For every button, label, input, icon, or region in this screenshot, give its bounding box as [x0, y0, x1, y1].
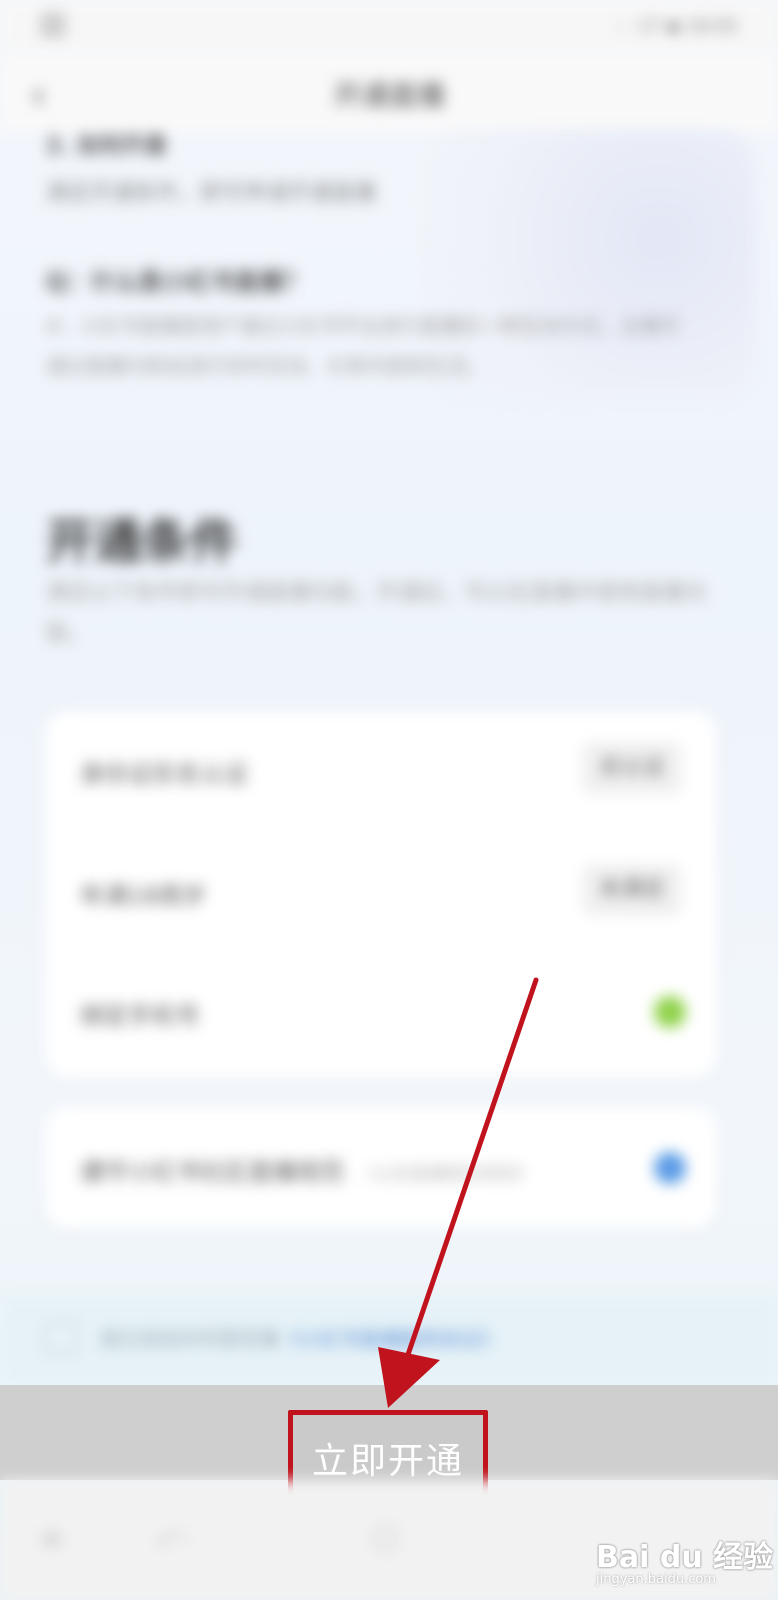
- rules-label: 遵守小红书社区直播规范: [80, 1158, 344, 1186]
- faq-question: Q：什么是小红书直播？: [46, 268, 307, 296]
- agreement-text: 我已阅读并同意签署《小红书直播服务协议》: [100, 1323, 500, 1352]
- condition-label: 身份证实名认证: [80, 760, 248, 788]
- agreement-checkbox[interactable]: [44, 1321, 78, 1355]
- page-header: ‹ 开通直播: [0, 52, 778, 132]
- page-title: 开通直播: [332, 79, 445, 112]
- condition-label: 年满18周岁: [80, 882, 207, 910]
- check-icon: [654, 996, 686, 1028]
- home-nav-icon[interactable]: ▢: [372, 1520, 398, 1553]
- faq-item-text: 满足开通条件，即可申请开通直播: [46, 181, 377, 206]
- agreement-label: 我已阅读并同意签署: [100, 1327, 280, 1351]
- faq-answer: A：小红书直播是用户通过小红书平台进行直播的一种互动方式，主播可通过直播与粉丝进…: [46, 314, 680, 378]
- watermark-logo: Bai du 经验: [596, 1540, 774, 1575]
- faq-item-title: 2. 如何开通: [46, 134, 166, 159]
- conditions-card: 身份证实名认证 去认证 年满18周岁 未满足 绑定手机号: [46, 712, 716, 1077]
- menu-icon[interactable]: ≡: [40, 1522, 63, 1555]
- screen: ⋯ 17 ◆ 19:55 ‹ 开通直播 2. 如何开通 满足开通条件，即可申请开…: [0, 0, 778, 1600]
- age-status-button[interactable]: 未满足: [582, 864, 682, 916]
- verify-id-button[interactable]: 去认证: [582, 742, 682, 794]
- watermark-url: jingyan.baidu.com: [596, 1572, 716, 1587]
- status-bar: ⋯ 17 ◆ 19:55: [0, 0, 778, 52]
- condition-label: 绑定手机号: [80, 1002, 200, 1030]
- conditions-title: 开通条件: [46, 514, 239, 570]
- agreement-link[interactable]: 《小红书直播服务协议》: [280, 1327, 500, 1351]
- info-icon: [654, 1152, 686, 1184]
- rules-sublabel: （以及直播相关规则）: [356, 1164, 536, 1185]
- conditions-description: 满足以下条件即可开通直播功能，开通后，可以在直播中使用直播功能。: [46, 581, 707, 646]
- status-indicators: ⋯ 17 ◆ 19:55: [614, 16, 738, 37]
- app-icon: [40, 12, 66, 38]
- back-nav-icon[interactable]: ⤺: [156, 1520, 186, 1554]
- rules-card[interactable]: 遵守小红书社区直播规范 （以及直播相关规则）: [46, 1108, 716, 1228]
- open-now-label: 立即开通: [311, 1441, 464, 1482]
- agreement-bar: 我已阅读并同意签署《小红书直播服务协议》: [0, 1295, 778, 1385]
- condition-label: 遵守小红书社区直播规范 （以及直播相关规则）: [80, 1152, 536, 1187]
